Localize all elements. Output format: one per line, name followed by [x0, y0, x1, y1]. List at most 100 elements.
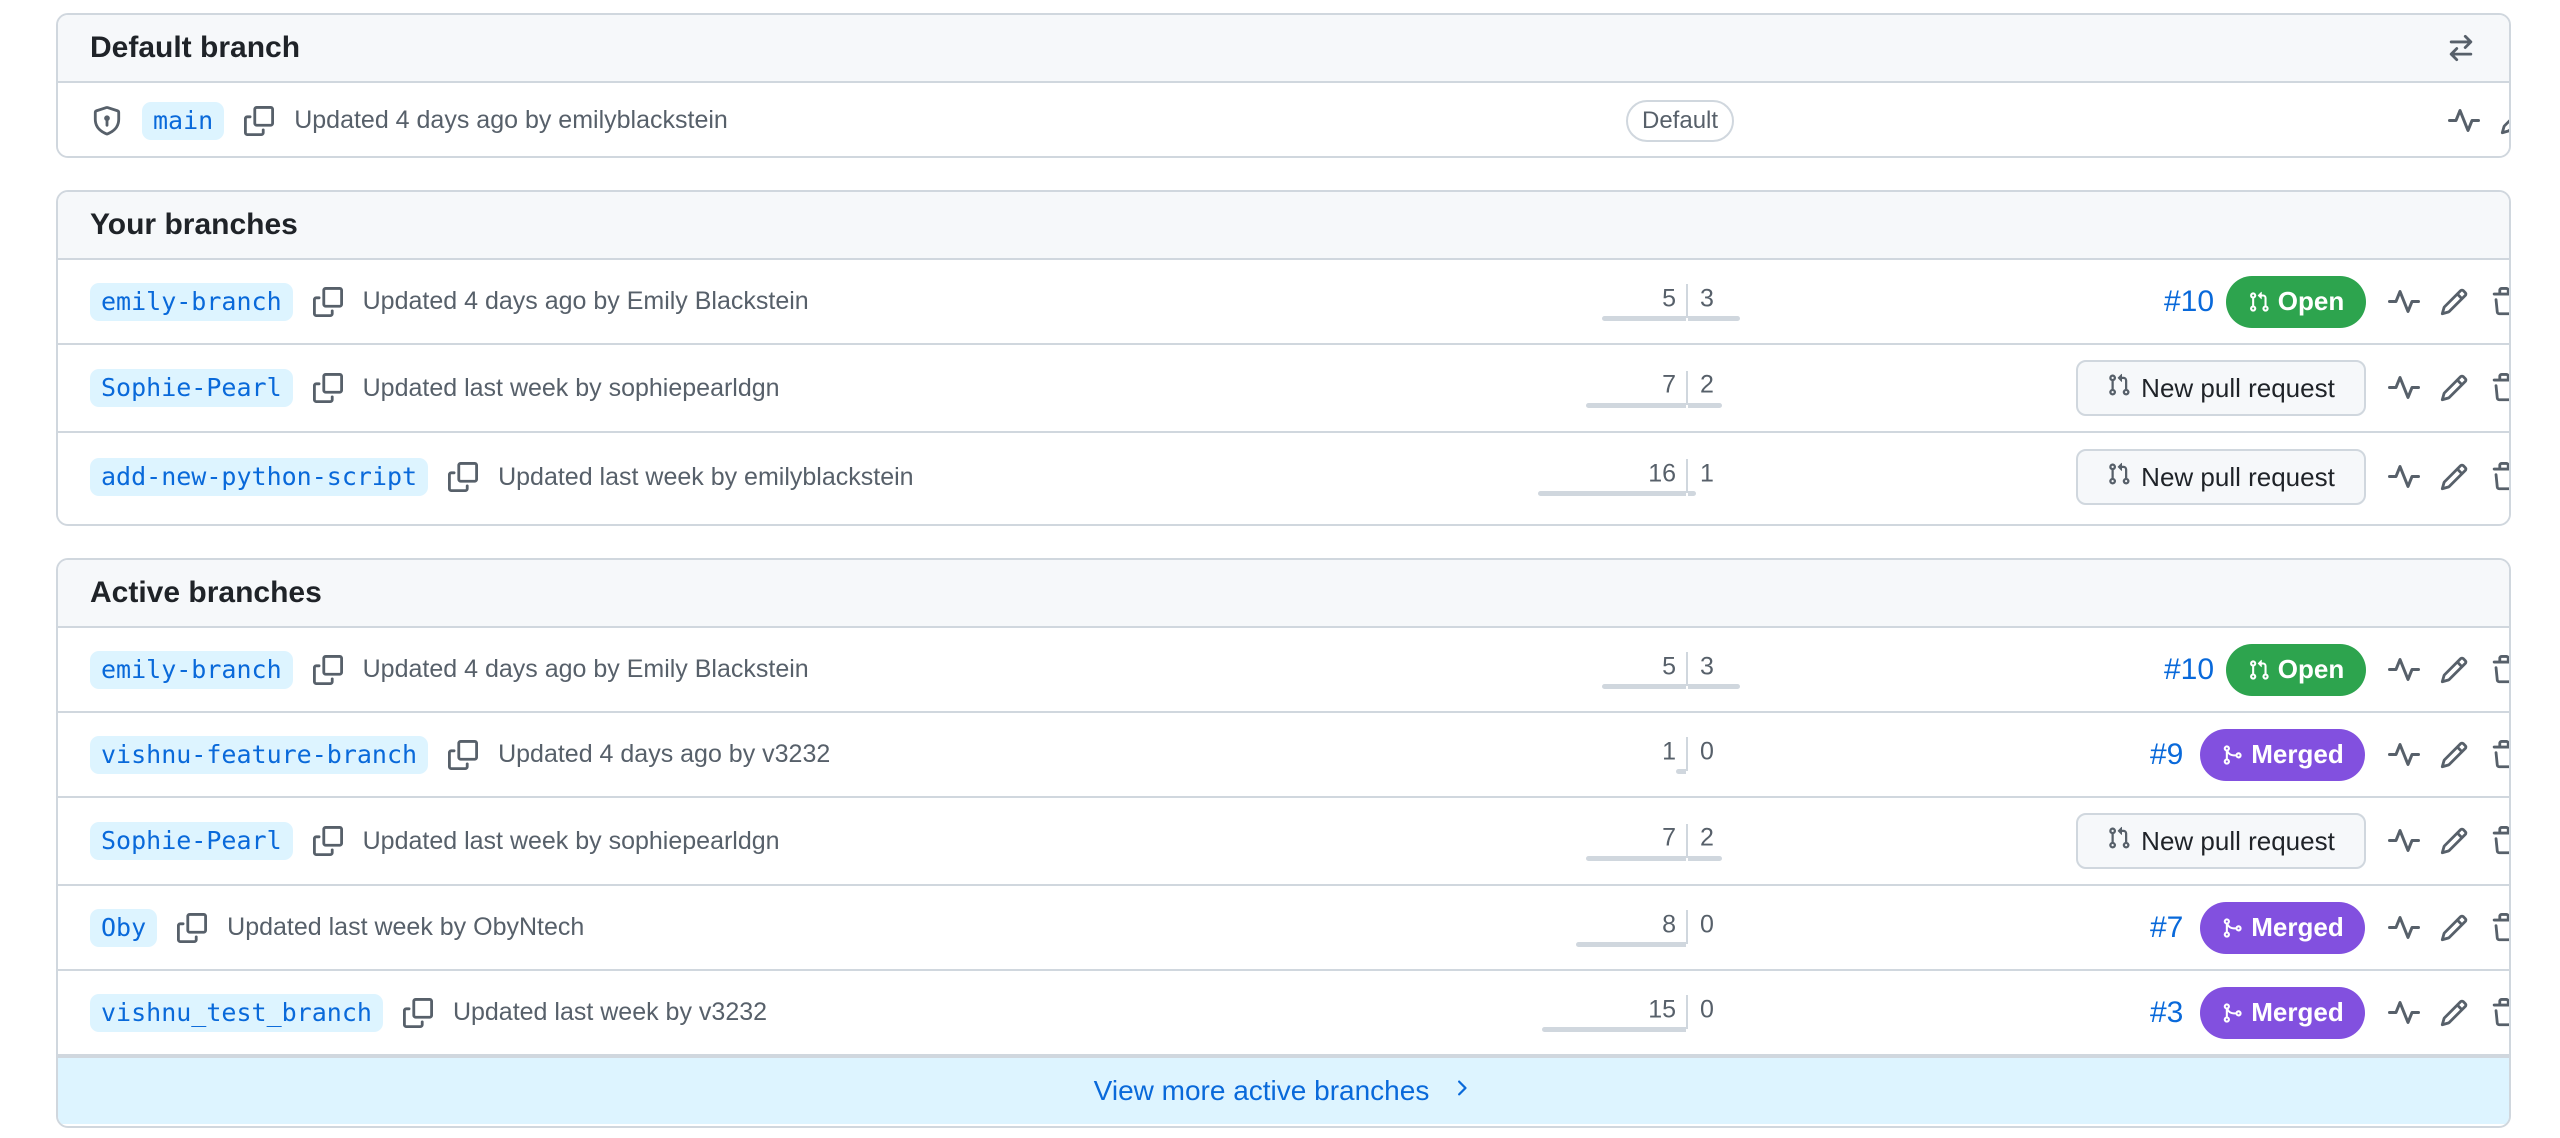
branch-row: vishnu-feature-branch Updated 4 days ago…	[58, 713, 2509, 798]
delete-trash-icon[interactable]	[2486, 652, 2511, 688]
activity-icon[interactable]	[2446, 103, 2482, 139]
branch-cell: vishnu_test_branch Updated last week by …	[90, 971, 767, 1054]
delete-trash-icon[interactable]	[2486, 995, 2511, 1031]
branch-name-link[interactable]: Oby	[90, 908, 158, 947]
pr-status-badge[interactable]: Open	[2226, 643, 2366, 696]
rename-pencil-icon[interactable]	[2436, 910, 2472, 946]
updated-text: Updated 4 days ago by Emily Blackstein	[362, 287, 809, 315]
rename-pencil-icon[interactable]	[2436, 995, 2472, 1031]
section-title: Default branch	[90, 31, 301, 64]
branch-row: Sophie-Pearl Updated last week by sophie…	[58, 798, 2509, 886]
rename-pencil-icon[interactable]	[2436, 823, 2472, 859]
copy-icon[interactable]	[311, 285, 345, 319]
updated-text: Updated 4 days ago by Emily Blackstein	[362, 655, 809, 683]
branch-row: Sophie-Pearl Updated last week by sophie…	[58, 345, 2509, 433]
branch-name-link[interactable]: vishnu-feature-branch	[90, 735, 429, 774]
copy-icon[interactable]	[242, 104, 276, 138]
behind-bar	[1602, 316, 1686, 321]
activity-icon[interactable]	[2386, 823, 2422, 859]
branch-name-link[interactable]: add-new-python-script	[90, 458, 429, 496]
branch-cell: Sophie-Pearl Updated last week by sophie…	[90, 798, 780, 884]
pr-status-badge[interactable]: Merged	[2200, 986, 2365, 1039]
branch-row: vishnu_test_branch Updated last week by …	[58, 971, 2509, 1056]
ahead-bar	[1688, 684, 1740, 689]
behind-count: 5	[1662, 284, 1676, 313]
branch-name-link[interactable]: main	[142, 101, 225, 140]
ahead-behind: 5 3	[1538, 628, 1838, 711]
new-pull-request-button[interactable]: New pull request	[2076, 449, 2366, 505]
new-pull-request-button[interactable]: New pull request	[2076, 360, 2366, 416]
rename-pencil-icon[interactable]	[2436, 284, 2472, 320]
activity-icon[interactable]	[2386, 370, 2422, 406]
ahead-count: 2	[1700, 823, 1714, 852]
activity-icon[interactable]	[2386, 910, 2422, 946]
ahead-count: 2	[1700, 370, 1714, 399]
default-branch-box: Default branch main Updated 4 days ago b…	[56, 13, 2511, 158]
default-badge: Default	[1626, 100, 1735, 142]
pr-status-badge[interactable]: Open	[2226, 275, 2366, 328]
copy-icon[interactable]	[311, 653, 345, 687]
rename-pencil-icon[interactable]	[2436, 737, 2472, 773]
delete-trash-icon[interactable]	[2486, 459, 2511, 495]
new-pull-request-button[interactable]: New pull request	[2076, 813, 2366, 869]
pr-number-link[interactable]: #10	[2164, 653, 2214, 687]
delete-trash-icon[interactable]	[2486, 284, 2511, 320]
behind-count: 15	[1648, 995, 1676, 1024]
rename-pencil-icon[interactable]	[2496, 103, 2511, 139]
pr-number-link[interactable]: #10	[2164, 285, 2214, 319]
active-branches-header: Active branches	[58, 560, 2509, 628]
behind-bar	[1542, 1027, 1686, 1032]
activity-icon[interactable]	[2386, 652, 2422, 688]
rename-pencil-icon[interactable]	[2436, 652, 2472, 688]
delete-trash-icon[interactable]	[2486, 370, 2511, 406]
branch-row: Oby Updated last week by ObyNtech 8 0 #7…	[58, 886, 2509, 971]
switch-default-branch-icon[interactable]	[2443, 30, 2479, 66]
branch-name-link[interactable]: Sophie-Pearl	[90, 822, 293, 860]
default-branch-header: Default branch	[58, 15, 2509, 83]
copy-icon[interactable]	[175, 911, 209, 945]
ahead-count: 3	[1700, 284, 1714, 313]
pr-number-link[interactable]: #3	[2150, 996, 2183, 1030]
copy-icon[interactable]	[311, 371, 345, 405]
delete-trash-icon[interactable]	[2486, 737, 2511, 773]
view-more-active-branches-link[interactable]: View more active branches	[58, 1056, 2509, 1124]
shield-icon	[90, 104, 124, 138]
branch-name-link[interactable]: emily-branch	[90, 282, 293, 321]
copy-icon[interactable]	[311, 824, 345, 858]
copy-icon[interactable]	[446, 738, 480, 772]
delete-trash-icon[interactable]	[2486, 823, 2511, 859]
row-actions	[2386, 433, 2511, 521]
branch-row: emily-branch Updated 4 days ago by Emily…	[58, 260, 2509, 345]
pr-number-link[interactable]: #9	[2150, 738, 2183, 772]
row-actions	[2386, 260, 2511, 343]
delete-trash-icon[interactable]	[2486, 910, 2511, 946]
copy-icon[interactable]	[401, 996, 435, 1030]
activity-icon[interactable]	[2386, 737, 2422, 773]
rename-pencil-icon[interactable]	[2436, 459, 2472, 495]
behind-bar	[1586, 403, 1686, 408]
behind-count: 16	[1648, 459, 1676, 488]
rename-pencil-icon[interactable]	[2436, 370, 2472, 406]
behind-bar	[1676, 769, 1686, 774]
ahead-bar	[1688, 316, 1740, 321]
active-branches-box: Active branches emily-branch Updated 4 d…	[56, 558, 2511, 1128]
ahead-count: 0	[1700, 910, 1714, 939]
activity-icon[interactable]	[2386, 284, 2422, 320]
branch-cell: emily-branch Updated 4 days ago by Emily…	[90, 260, 809, 343]
activity-icon[interactable]	[2386, 995, 2422, 1031]
branch-name-link[interactable]: emily-branch	[90, 650, 293, 689]
pull-request-icon	[2107, 826, 2131, 857]
branch-name-link[interactable]: Sophie-Pearl	[90, 369, 293, 407]
chevron-right-icon	[1449, 1075, 1473, 1107]
activity-icon[interactable]	[2386, 459, 2422, 495]
pr-status-badge[interactable]: Merged	[2200, 728, 2365, 781]
pull-request-icon	[2248, 291, 2270, 313]
ahead-behind: 16 1	[1538, 433, 1838, 521]
branch-name-link[interactable]: vishnu_test_branch	[90, 993, 383, 1032]
your-branches-header: Your branches	[58, 192, 2509, 260]
pr-status-badge[interactable]: Merged	[2200, 901, 2365, 954]
updated-text: Updated last week by sophiepearldgn	[362, 826, 780, 855]
merge-icon	[2221, 1002, 2243, 1024]
copy-icon[interactable]	[446, 460, 480, 494]
pr-number-link[interactable]: #7	[2150, 911, 2183, 945]
